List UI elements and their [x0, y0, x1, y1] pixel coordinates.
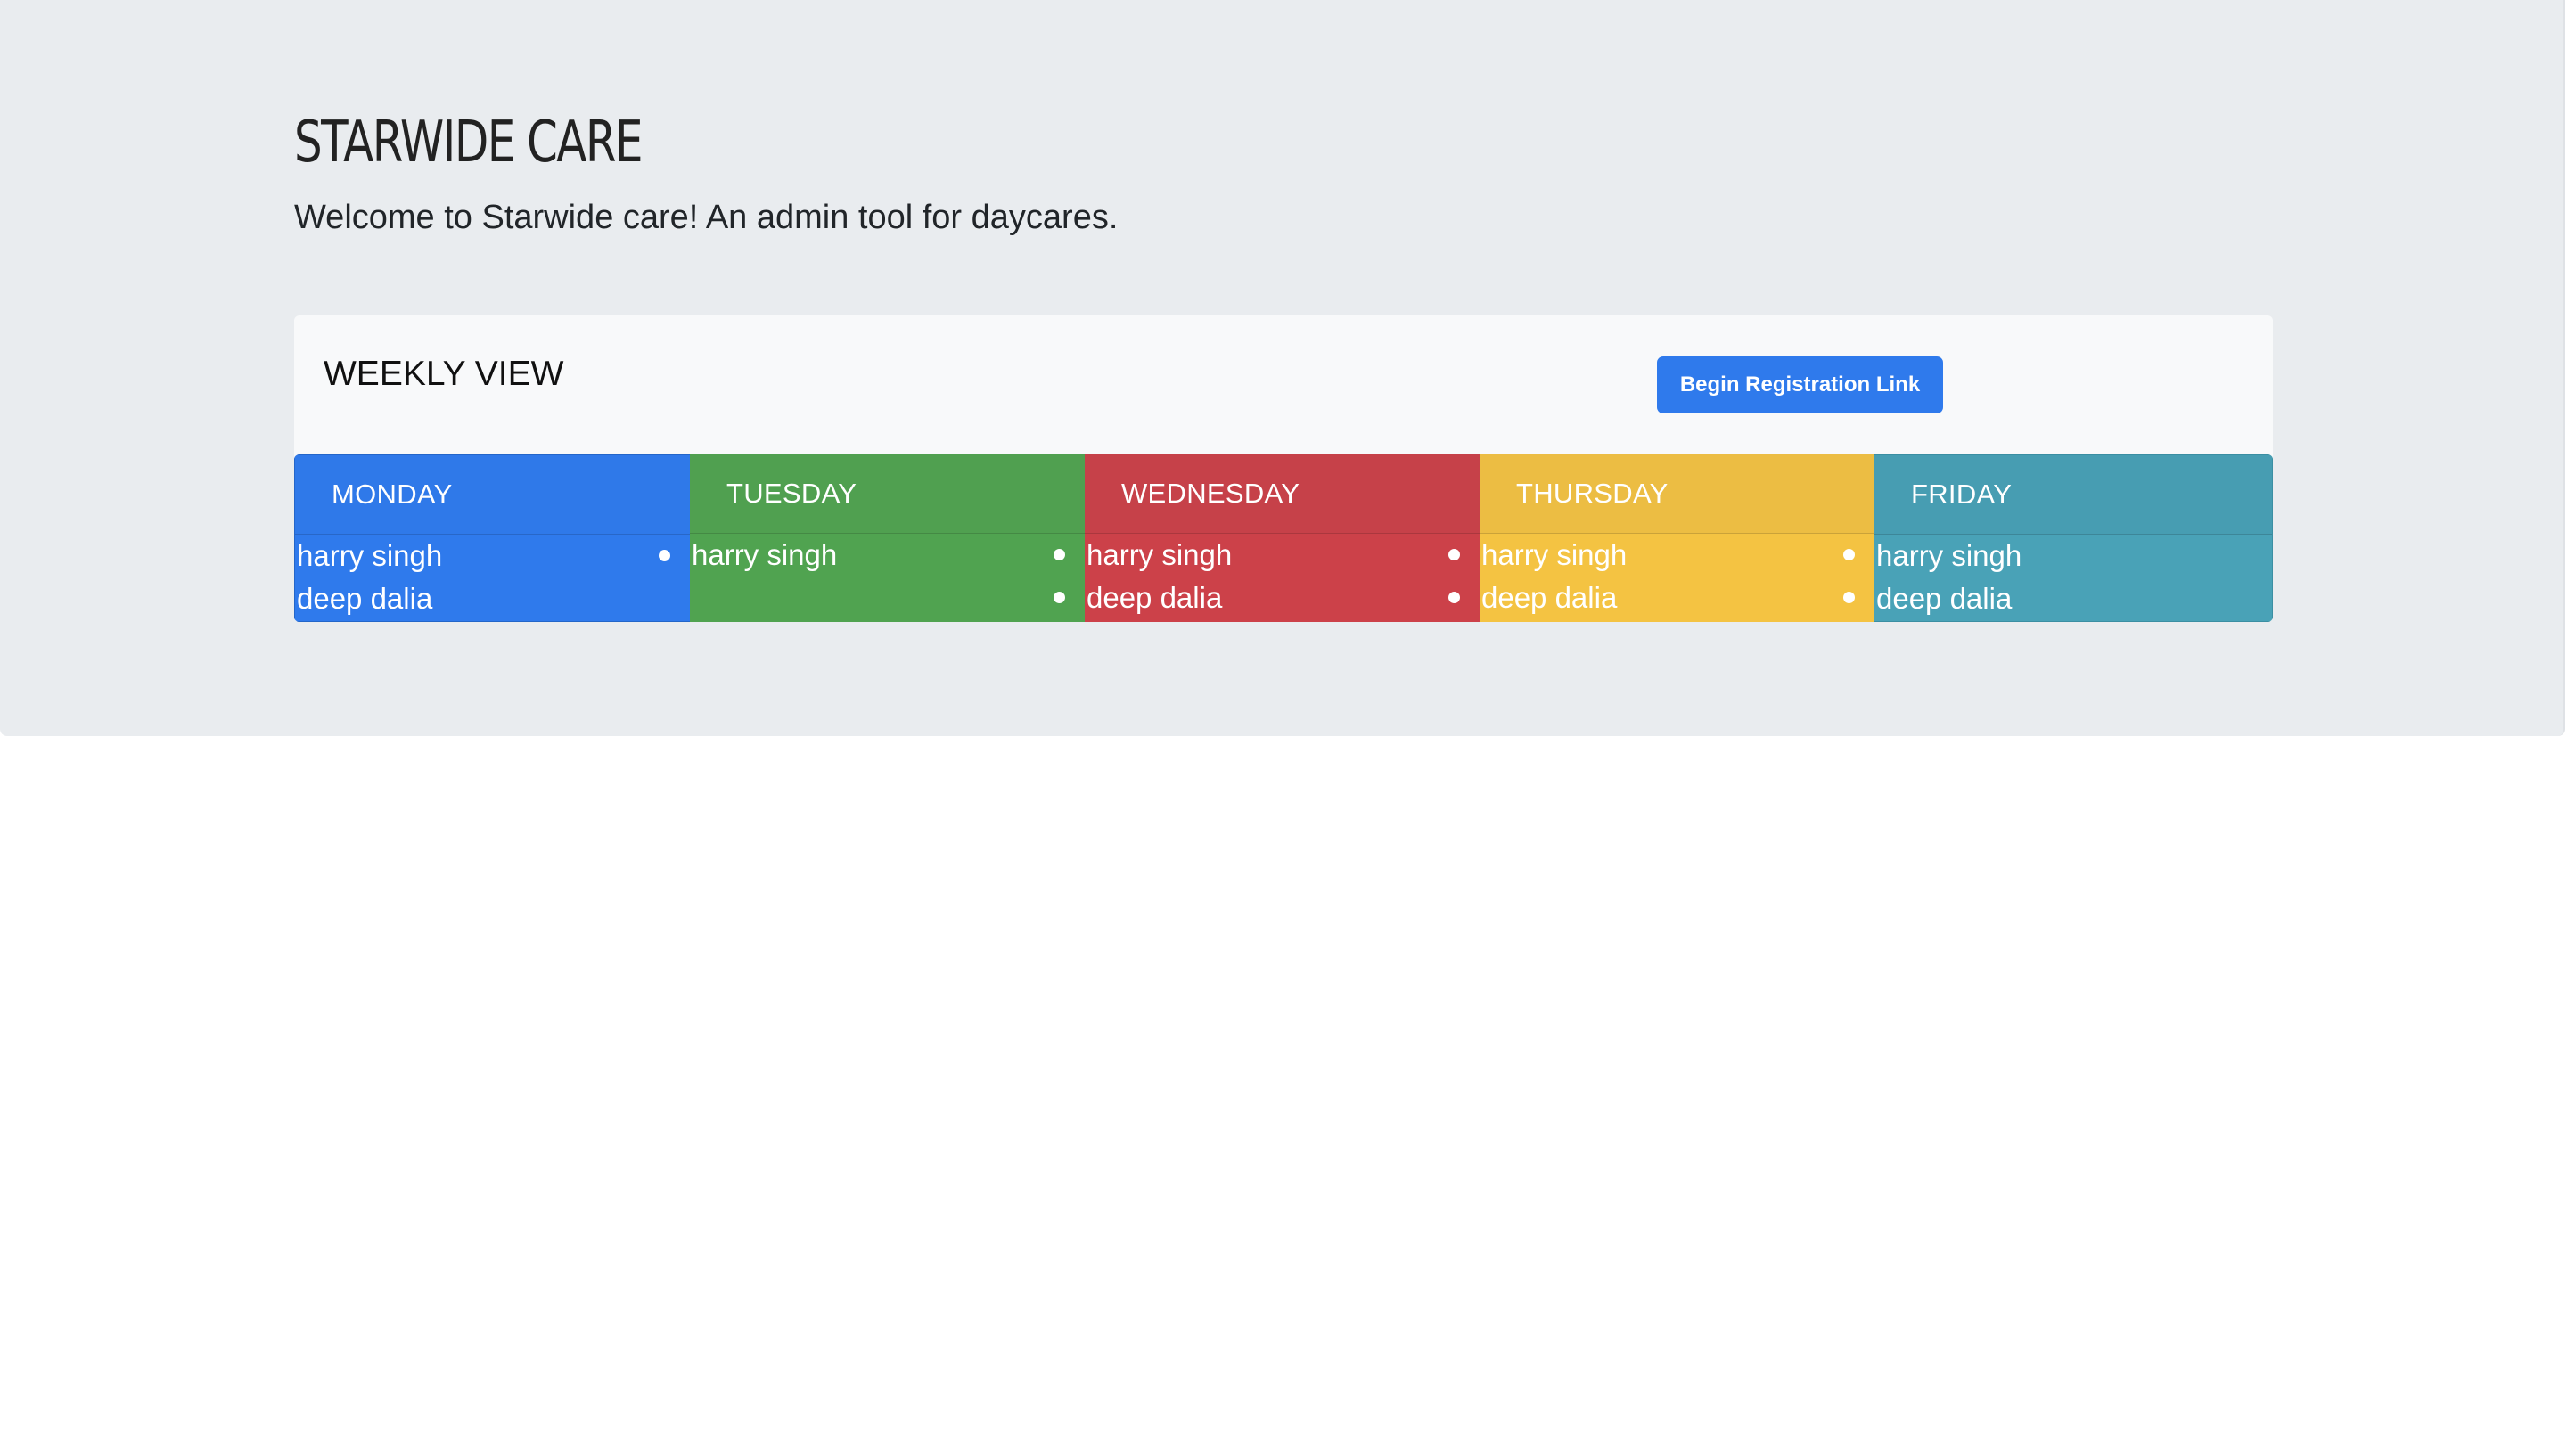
day-header-thursday: THURSDAY	[1480, 454, 1874, 534]
child-name: deep dalia	[297, 582, 433, 615]
day-list-monday: harry singh deep dalia	[295, 535, 690, 620]
day-header-friday: FRIDAY	[1874, 455, 2272, 535]
week-grid: MONDAY harry singh deep dalia TUESDAY ha…	[294, 454, 2273, 622]
day-list-thursday: harry singh deep dalia	[1480, 534, 1874, 619]
bullet-icon	[1054, 577, 1066, 619]
bullet-icon	[1054, 534, 1066, 577]
list-item: harry singh	[1480, 534, 1874, 577]
child-name: harry singh	[1087, 538, 1233, 571]
day-list-wednesday: harry singh deep dalia	[1085, 534, 1480, 619]
child-name: deep dalia	[1876, 582, 2013, 615]
bullet-icon	[1448, 577, 1461, 619]
bullet-icon	[1448, 534, 1461, 577]
day-column-monday: MONDAY harry singh deep dalia	[294, 454, 690, 622]
list-item: deep dalia	[1085, 577, 1480, 619]
day-column-friday: FRIDAY harry singh deep dalia	[1874, 454, 2273, 622]
list-item: harry singh	[295, 535, 690, 577]
weekly-view-card: WEEKLY VIEW Begin Registration Link MOND…	[294, 315, 2273, 622]
bullet-icon	[659, 535, 671, 577]
card-title: WEEKLY VIEW	[324, 355, 564, 393]
child-name: deep dalia	[1481, 581, 1618, 614]
list-item: harry singh	[1085, 534, 1480, 577]
bullet-icon	[1843, 577, 1856, 619]
day-column-thursday: THURSDAY harry singh deep dalia	[1480, 454, 1874, 622]
bullet-icon	[1843, 534, 1856, 577]
begin-registration-link-button[interactable]: Begin Registration Link	[1657, 356, 1943, 413]
list-item: harry singh	[1874, 535, 2272, 577]
day-header-monday: MONDAY	[295, 455, 690, 535]
child-name: harry singh	[1481, 538, 1628, 571]
day-header-tuesday: TUESDAY	[690, 454, 1085, 534]
child-name: harry singh	[692, 538, 838, 571]
child-name: deep dalia	[1087, 581, 1223, 614]
page-title: STARWIDE CARE	[294, 110, 644, 176]
list-item: deep dalia	[1874, 577, 2272, 620]
hero-banner: STARWIDE CARE Welcome to Starwide care! …	[0, 0, 2565, 736]
day-column-wednesday: WEDNESDAY harry singh deep dalia	[1085, 454, 1480, 622]
day-list-tuesday: harry singh	[690, 534, 1085, 577]
day-header-wednesday: WEDNESDAY	[1085, 454, 1480, 534]
list-item: deep dalia	[295, 577, 690, 620]
list-item: deep dalia	[1480, 577, 1874, 619]
page-subtitle: Welcome to Starwide care! An admin tool …	[294, 199, 1119, 236]
list-item: harry singh	[690, 534, 1085, 577]
child-name: harry singh	[297, 539, 443, 572]
day-column-tuesday: TUESDAY harry singh	[690, 454, 1085, 622]
day-list-friday: harry singh deep dalia	[1874, 535, 2272, 620]
child-name: harry singh	[1876, 539, 2022, 572]
